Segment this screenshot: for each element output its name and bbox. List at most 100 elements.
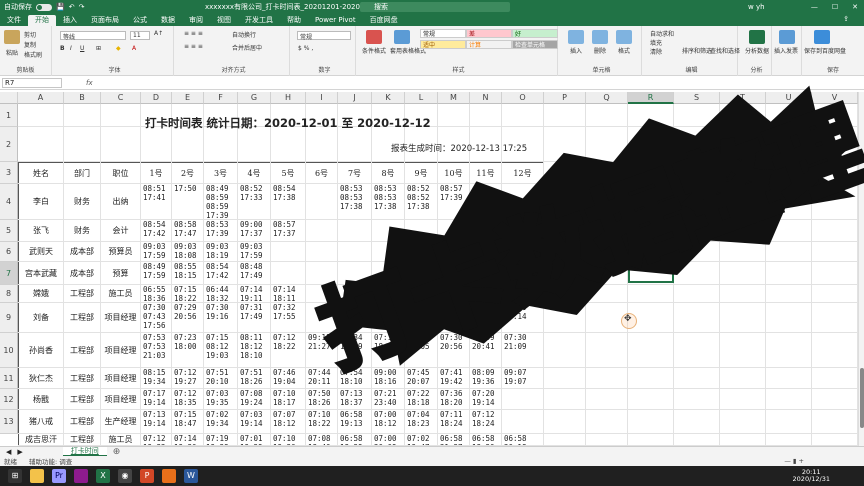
grid-cell[interactable] — [502, 220, 544, 242]
grid-cell[interactable] — [338, 368, 372, 389]
invoice-icon[interactable] — [779, 30, 795, 44]
row-header-3[interactable]: 3 — [0, 162, 18, 184]
grid-cell[interactable] — [470, 368, 502, 389]
grid-cell[interactable] — [720, 220, 766, 242]
grid-cell[interactable] — [204, 285, 238, 303]
grid-cell[interactable] — [405, 285, 438, 303]
grid-cell[interactable] — [141, 262, 172, 285]
border-icon[interactable]: ⊞ — [96, 45, 101, 52]
grid-cell[interactable] — [586, 434, 628, 446]
grid-cell[interactable] — [405, 220, 438, 242]
column-header-i[interactable]: I — [306, 92, 338, 104]
column-header-t[interactable]: T — [720, 92, 766, 104]
insert-cells-icon[interactable] — [568, 30, 584, 44]
grid-cell[interactable] — [766, 127, 812, 162]
grid-cell[interactable] — [338, 434, 372, 446]
grid-cell[interactable] — [674, 162, 720, 184]
grid-cell[interactable] — [64, 220, 101, 242]
grid-cell[interactable] — [306, 242, 338, 262]
grid-cell[interactable] — [586, 410, 628, 434]
tab-baidu[interactable]: 百度网盘 — [363, 15, 405, 26]
grid-cell[interactable] — [372, 303, 405, 333]
grid-cell[interactable] — [812, 220, 858, 242]
grid-cell[interactable] — [628, 104, 674, 127]
grid-cell[interactable] — [812, 434, 858, 446]
grid-cell[interactable] — [405, 434, 438, 446]
grid-cell[interactable] — [628, 162, 674, 184]
tab-view[interactable]: 视图 — [210, 15, 238, 26]
grid-cell[interactable] — [766, 104, 812, 127]
grid-cell[interactable] — [172, 368, 204, 389]
grid-cell[interactable] — [812, 127, 858, 162]
share-icon[interactable]: ⇪ — [836, 14, 856, 25]
grid-cell[interactable] — [306, 410, 338, 434]
grid-cell[interactable] — [470, 242, 502, 262]
grid-cell[interactable] — [372, 285, 405, 303]
grid-cell[interactable] — [64, 242, 101, 262]
grid-cell[interactable] — [64, 262, 101, 285]
grid-cell[interactable] — [238, 220, 271, 242]
grid-cell[interactable] — [720, 184, 766, 220]
grid-cell[interactable] — [438, 242, 470, 262]
grid-cell[interactable] — [470, 285, 502, 303]
grid-cell[interactable] — [18, 368, 64, 389]
grid-cell[interactable] — [338, 262, 372, 285]
grid-cell[interactable] — [306, 285, 338, 303]
grid-cell[interactable] — [544, 410, 586, 434]
grid-cell[interactable] — [238, 127, 271, 162]
insert-invoice-button[interactable]: 插入发票 — [774, 46, 798, 55]
redo-icon[interactable]: ↷ — [79, 3, 85, 11]
grid-cell[interactable] — [544, 104, 586, 127]
grid-cell[interactable] — [18, 220, 64, 242]
grid-cell[interactable] — [172, 285, 204, 303]
grid-cell[interactable] — [586, 162, 628, 184]
grid-cell[interactable] — [438, 285, 470, 303]
grid-cell[interactable] — [238, 242, 271, 262]
grid-cell[interactable] — [64, 333, 101, 368]
column-header-r[interactable]: R — [628, 92, 674, 104]
tab-file[interactable]: 文件 — [0, 15, 28, 26]
start-icon[interactable]: ⊞ — [8, 469, 22, 483]
grid-cell[interactable] — [674, 434, 720, 446]
grid-cell[interactable] — [204, 262, 238, 285]
grid-cell[interactable] — [306, 184, 338, 220]
grid-cell[interactable] — [172, 262, 204, 285]
grid-cell[interactable] — [586, 285, 628, 303]
grid-cell[interactable] — [812, 333, 858, 368]
vertical-scrollbar[interactable] — [858, 92, 864, 446]
grid-cell[interactable] — [470, 333, 502, 368]
grid-cell[interactable] — [544, 242, 586, 262]
grid-cell[interactable] — [812, 242, 858, 262]
row-header-7[interactable]: 7 — [0, 262, 18, 285]
column-header-l[interactable]: L — [405, 92, 438, 104]
column-header-o[interactable]: O — [502, 92, 544, 104]
grid-cell[interactable] — [438, 184, 470, 220]
grid-cell[interactable] — [101, 434, 141, 446]
column-header-q[interactable]: Q — [586, 92, 628, 104]
grid-cell[interactable] — [271, 184, 306, 220]
grid-cell[interactable] — [372, 434, 405, 446]
insert-cells-button[interactable]: 插入 — [570, 46, 582, 55]
grid-cell[interactable] — [812, 368, 858, 389]
grid-cell[interactable] — [674, 333, 720, 368]
align-top-icon[interactable]: ≡ ≡ ≡ — [184, 30, 203, 37]
tab-data[interactable]: 数据 — [154, 15, 182, 26]
column-header-b[interactable]: B — [64, 92, 101, 104]
grid-cell[interactable] — [544, 389, 586, 410]
grid-cell[interactable] — [64, 162, 101, 184]
grid-cell[interactable] — [18, 389, 64, 410]
column-header-e[interactable]: E — [172, 92, 204, 104]
style-normal[interactable]: 常规 — [420, 29, 466, 38]
tab-home[interactable]: 开始 — [28, 15, 56, 26]
grid-cell[interactable] — [338, 303, 372, 333]
grid-cell[interactable] — [674, 104, 720, 127]
grid-cell[interactable] — [720, 262, 766, 285]
grid-cell[interactable] — [674, 368, 720, 389]
grid-cell[interactable] — [204, 184, 238, 220]
grid-cell[interactable] — [204, 127, 238, 162]
grid-cell[interactable] — [271, 285, 306, 303]
format-painter-button[interactable]: 格式刷 — [24, 50, 42, 59]
grid-cell[interactable] — [720, 303, 766, 333]
grid-cell[interactable] — [18, 262, 64, 285]
minimize-icon[interactable]: — — [811, 3, 818, 11]
